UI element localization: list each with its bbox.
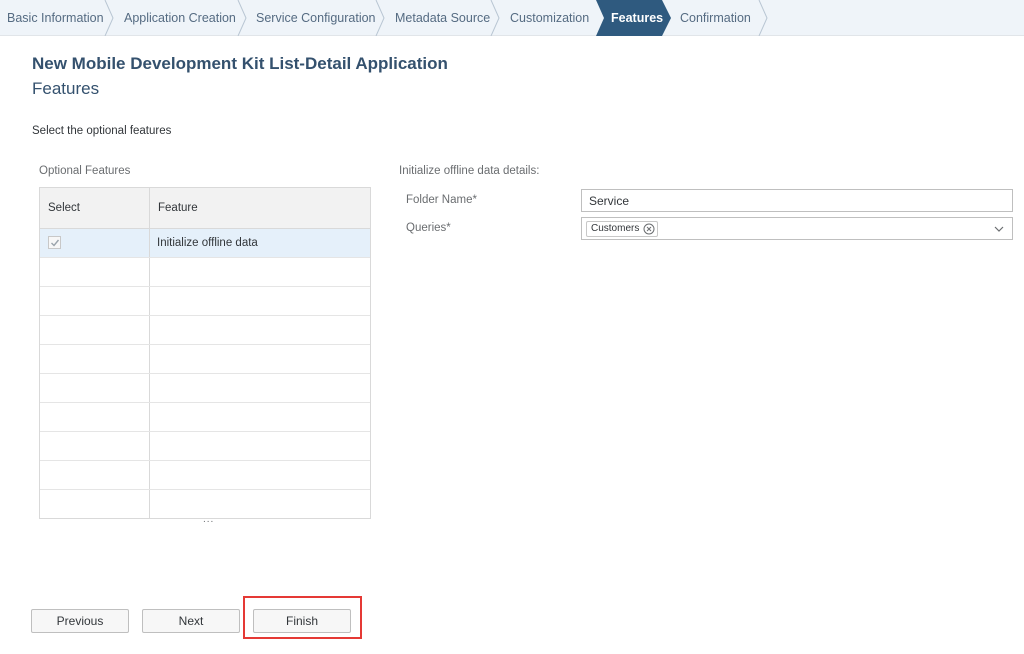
instruction-text: Select the optional features (32, 125, 172, 137)
step-label: Service Configuration (256, 11, 376, 25)
feature-cell (150, 258, 370, 286)
step-features[interactable]: Features (596, 0, 671, 36)
step-label: Basic Information (7, 11, 104, 25)
feature-cell (150, 374, 370, 402)
feature-cell (150, 345, 370, 373)
select-cell (40, 461, 150, 489)
table-row (40, 461, 370, 490)
step-label: Features (611, 11, 664, 25)
table-row (40, 316, 370, 345)
step-confirmation[interactable]: Confirmation (671, 0, 771, 36)
feature-cell (150, 403, 370, 431)
optional-features-table: Select Feature Initialize offline data (39, 187, 371, 519)
feature-cell (150, 461, 370, 489)
queries-label: Queries* (406, 222, 451, 234)
query-token[interactable]: Customers (586, 221, 659, 237)
table-header: Select Feature (40, 188, 370, 229)
table-row (40, 258, 370, 287)
select-cell (40, 345, 150, 373)
column-header-feature: Feature (158, 202, 198, 214)
chevron-down-icon[interactable] (994, 224, 1004, 234)
folder-name-input[interactable] (581, 189, 1013, 212)
previous-button[interactable]: Previous (31, 609, 129, 633)
folder-name-label: Folder Name* (406, 194, 477, 206)
next-button[interactable]: Next (142, 609, 240, 633)
select-cell (40, 287, 150, 315)
feature-cell (150, 316, 370, 344)
step-separator-icon (758, 0, 768, 36)
step-label: Confirmation (680, 11, 751, 25)
select-cell (40, 490, 150, 519)
table-row (40, 345, 370, 374)
select-cell (40, 432, 150, 460)
finish-highlight-box (243, 596, 362, 639)
feature-cell (150, 490, 370, 519)
table-row (40, 432, 370, 461)
query-token-label: Customers (591, 223, 640, 234)
feature-cell (150, 432, 370, 460)
step-label: Customization (510, 11, 590, 25)
select-cell (40, 403, 150, 431)
table-row (40, 287, 370, 316)
app-title: New Mobile Development Kit List-Detail A… (32, 54, 448, 73)
step-service-configuration[interactable]: Service Configuration (242, 0, 385, 36)
step-customization[interactable]: Customization (495, 0, 596, 36)
table-row (40, 403, 370, 432)
step-application-creation[interactable]: Application Creation (109, 0, 247, 36)
wizard-page: Basic Information Application Creation S… (0, 0, 1024, 654)
feature-cell (150, 287, 370, 315)
step-title: Features (32, 79, 100, 98)
step-label: Metadata Source (395, 11, 491, 25)
check-icon (51, 239, 60, 247)
table-more-indicator[interactable]: ... (203, 514, 214, 525)
select-cell (40, 229, 150, 257)
step-basic-information[interactable]: Basic Information (0, 0, 114, 36)
offline-details-label: Initialize offline data details: (399, 165, 540, 177)
queries-multicombobox[interactable]: Customers (581, 217, 1013, 240)
optional-features-label: Optional Features (39, 165, 131, 177)
column-header-select: Select (40, 188, 150, 228)
step-label: Application Creation (124, 11, 236, 25)
close-circle-icon[interactable] (643, 223, 655, 235)
wizard-step-bar: Basic Information Application Creation S… (0, 0, 1024, 36)
select-cell (40, 258, 150, 286)
table-row[interactable]: Initialize offline data (40, 229, 370, 258)
feature-name: Initialize offline data (157, 237, 258, 249)
feature-checkbox[interactable] (48, 236, 61, 249)
select-cell (40, 374, 150, 402)
table-row (40, 374, 370, 403)
step-metadata-source[interactable]: Metadata Source (380, 0, 500, 36)
select-cell (40, 316, 150, 344)
